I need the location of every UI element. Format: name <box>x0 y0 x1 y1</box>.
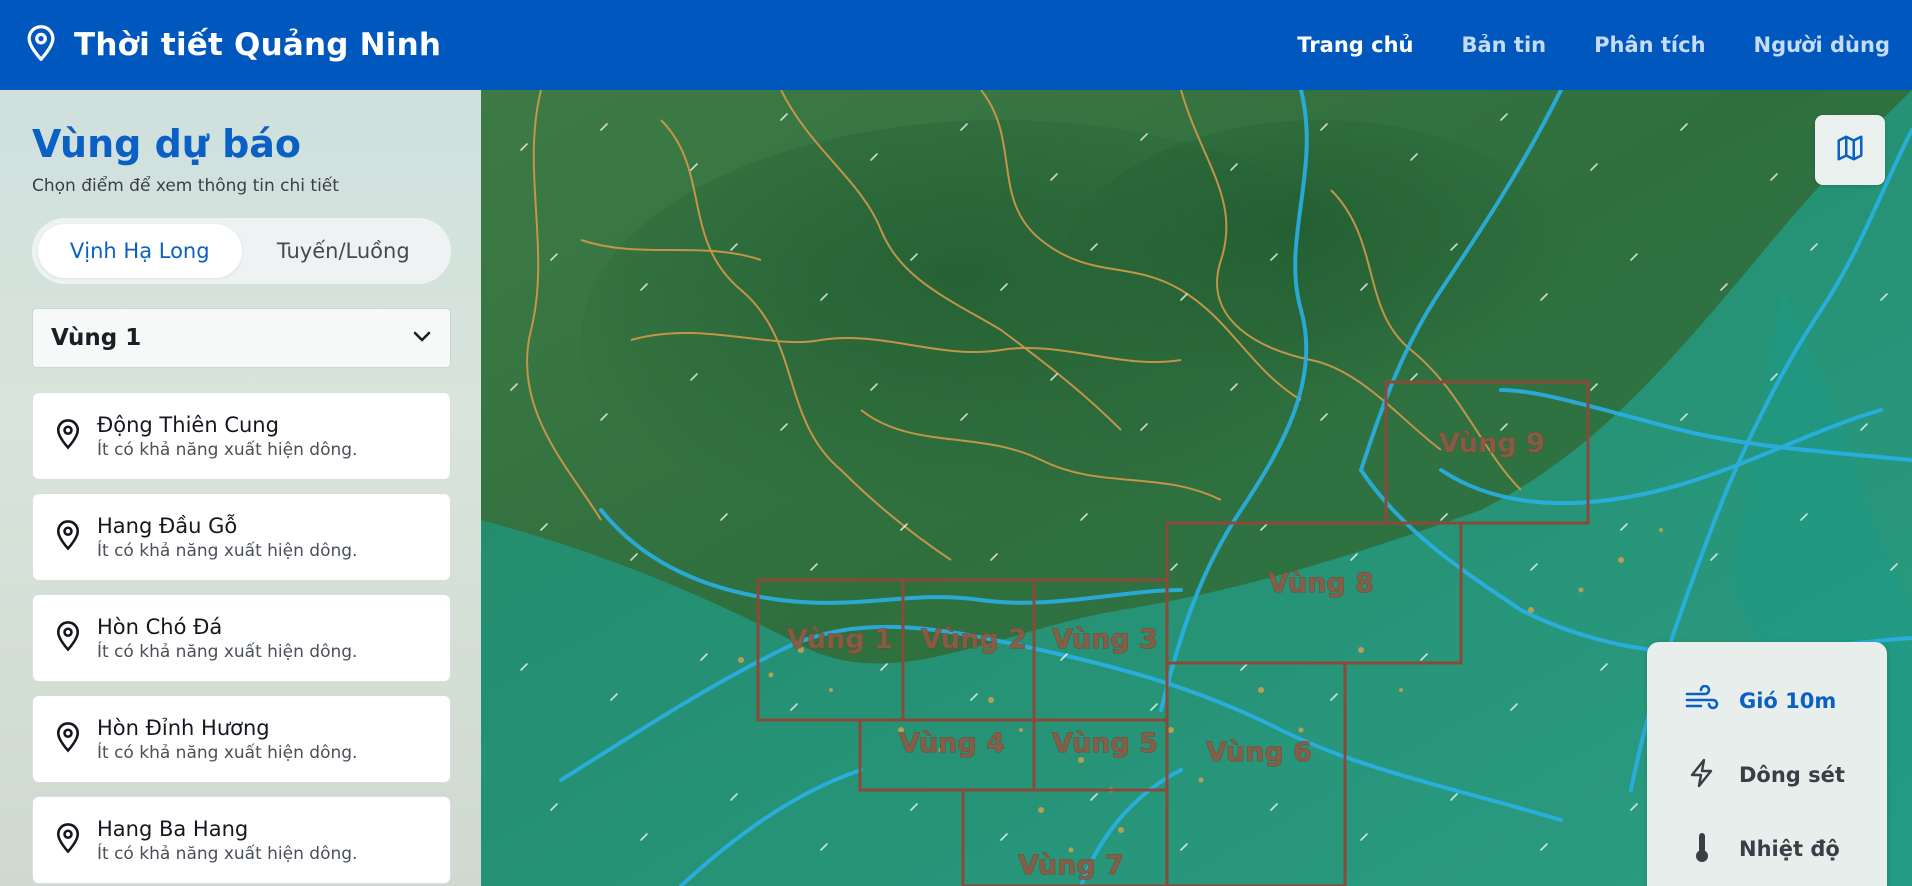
zone-label: Vùng 5 <box>1052 728 1158 759</box>
lightning-icon <box>1685 758 1719 792</box>
location-name: Hang Ba Hang <box>97 816 249 841</box>
zone-select-value: Vùng 1 <box>51 325 142 351</box>
layer-temperature[interactable]: Nhiệt độ <box>1685 810 1887 886</box>
forecast-map[interactable]: Vùng 1 Vùng 2 Vùng 3 Vùng 4 Vùng 5 Vùng … <box>481 90 1912 886</box>
location-list: Động Thiên Cung Ít có khả năng xuất hiện… <box>32 392 451 884</box>
zone-label: Vùng 8 <box>1268 568 1374 599</box>
location-desc: Ít có khả năng xuất hiện dông. <box>97 641 358 662</box>
zone-label: Vùng 9 <box>1439 428 1545 459</box>
location-pin-icon <box>55 519 81 555</box>
sidebar-title: Vùng dự báo <box>32 122 302 166</box>
app-title: Thời tiết Quảng Ninh <box>74 27 442 63</box>
layer-lightning[interactable]: Dông sét <box>1685 736 1887 814</box>
list-item-text: Hòn Chó Đá Ít có khả năng xuất hiện dông… <box>97 615 357 662</box>
chevron-down-icon <box>412 329 432 348</box>
nav-analysis[interactable]: Phân tích <box>1594 33 1705 57</box>
list-item[interactable]: Hang Ba Hang Ít có khả năng xuất hiện dô… <box>32 796 451 884</box>
area-tabs: Vịnh Hạ Long Tuyến/Luồng <box>32 218 451 284</box>
zone-label: Vùng 4 <box>899 728 1005 759</box>
list-item[interactable]: Hang Đầu Gỗ Ít có khả năng xuất hiện dôn… <box>32 493 451 581</box>
sidebar-subtitle: Chọn điểm để xem thông tin chi tiết <box>32 176 339 196</box>
list-item-text: Động Thiên Cung Ít có khả năng xuất hiện… <box>97 413 357 460</box>
location-name: Hang Đầu Gỗ <box>97 513 238 538</box>
nav-bulletin[interactable]: Bản tin <box>1461 33 1546 57</box>
zone-label: Vùng 3 <box>1052 624 1158 655</box>
list-item[interactable]: Động Thiên Cung Ít có khả năng xuất hiện… <box>32 392 451 480</box>
layer-label: Gió 10m <box>1739 689 1837 713</box>
zone-label: Vùng 1 <box>787 624 893 655</box>
location-pin-icon <box>55 721 81 757</box>
layer-label: Nhiệt độ <box>1739 837 1840 861</box>
location-name: Hòn Đỉnh Hương <box>97 715 270 740</box>
list-item-text: Hang Ba Hang Ít có khả năng xuất hiện dô… <box>97 817 357 864</box>
layer-wind[interactable]: Gió 10m <box>1685 662 1887 740</box>
zone-label: Vùng 6 <box>1206 737 1312 768</box>
map-icon <box>1835 133 1865 167</box>
location-desc: Ít có khả năng xuất hiện dông. <box>97 843 358 864</box>
tab-routes[interactable]: Tuyến/Luồng <box>242 224 446 278</box>
location-desc: Ít có khả năng xuất hiện dông. <box>97 540 358 561</box>
forecast-sidebar: Vùng dự báo Chọn điểm để xem thông tin c… <box>0 90 481 886</box>
list-item[interactable]: Hòn Đỉnh Hương Ít có khả năng xuất hiện … <box>32 695 451 783</box>
layer-label: Dông sét <box>1739 763 1845 787</box>
location-pin-icon <box>26 25 56 65</box>
location-desc: Ít có khả năng xuất hiện dông. <box>97 742 358 763</box>
map-style-button[interactable] <box>1815 115 1885 185</box>
nav-home[interactable]: Trang chủ <box>1297 33 1413 57</box>
brand[interactable]: Thời tiết Quảng Ninh <box>26 25 441 65</box>
list-item-text: Hang Đầu Gỗ Ít có khả năng xuất hiện dôn… <box>97 514 357 561</box>
list-item[interactable]: Hòn Chó Đá Ít có khả năng xuất hiện dông… <box>32 594 451 682</box>
wind-icon <box>1685 684 1719 717</box>
thermometer-icon <box>1685 831 1719 867</box>
nav-users[interactable]: Người dùng <box>1754 33 1890 57</box>
location-pin-icon <box>55 418 81 454</box>
tab-ha-long-bay[interactable]: Vịnh Hạ Long <box>38 224 242 278</box>
zone-select[interactable]: Vùng 1 <box>32 308 451 368</box>
layer-panel: Gió 10m Dông sét Nhiệt độ <box>1647 642 1887 886</box>
location-pin-icon <box>55 620 81 656</box>
main-nav: Trang chủ Bản tin Phân tích Người dùng <box>1297 33 1890 57</box>
app-header: Thời tiết Quảng Ninh Trang chủ Bản tin P… <box>0 0 1912 90</box>
location-name: Hòn Chó Đá <box>97 614 223 639</box>
zone-label: Vùng 7 <box>1018 850 1124 881</box>
location-desc: Ít có khả năng xuất hiện dông. <box>97 439 358 460</box>
zone-label: Vùng 2 <box>921 624 1027 655</box>
location-pin-icon <box>55 822 81 858</box>
location-name: Động Thiên Cung <box>97 412 279 437</box>
list-item-text: Hòn Đỉnh Hương Ít có khả năng xuất hiện … <box>97 716 357 763</box>
